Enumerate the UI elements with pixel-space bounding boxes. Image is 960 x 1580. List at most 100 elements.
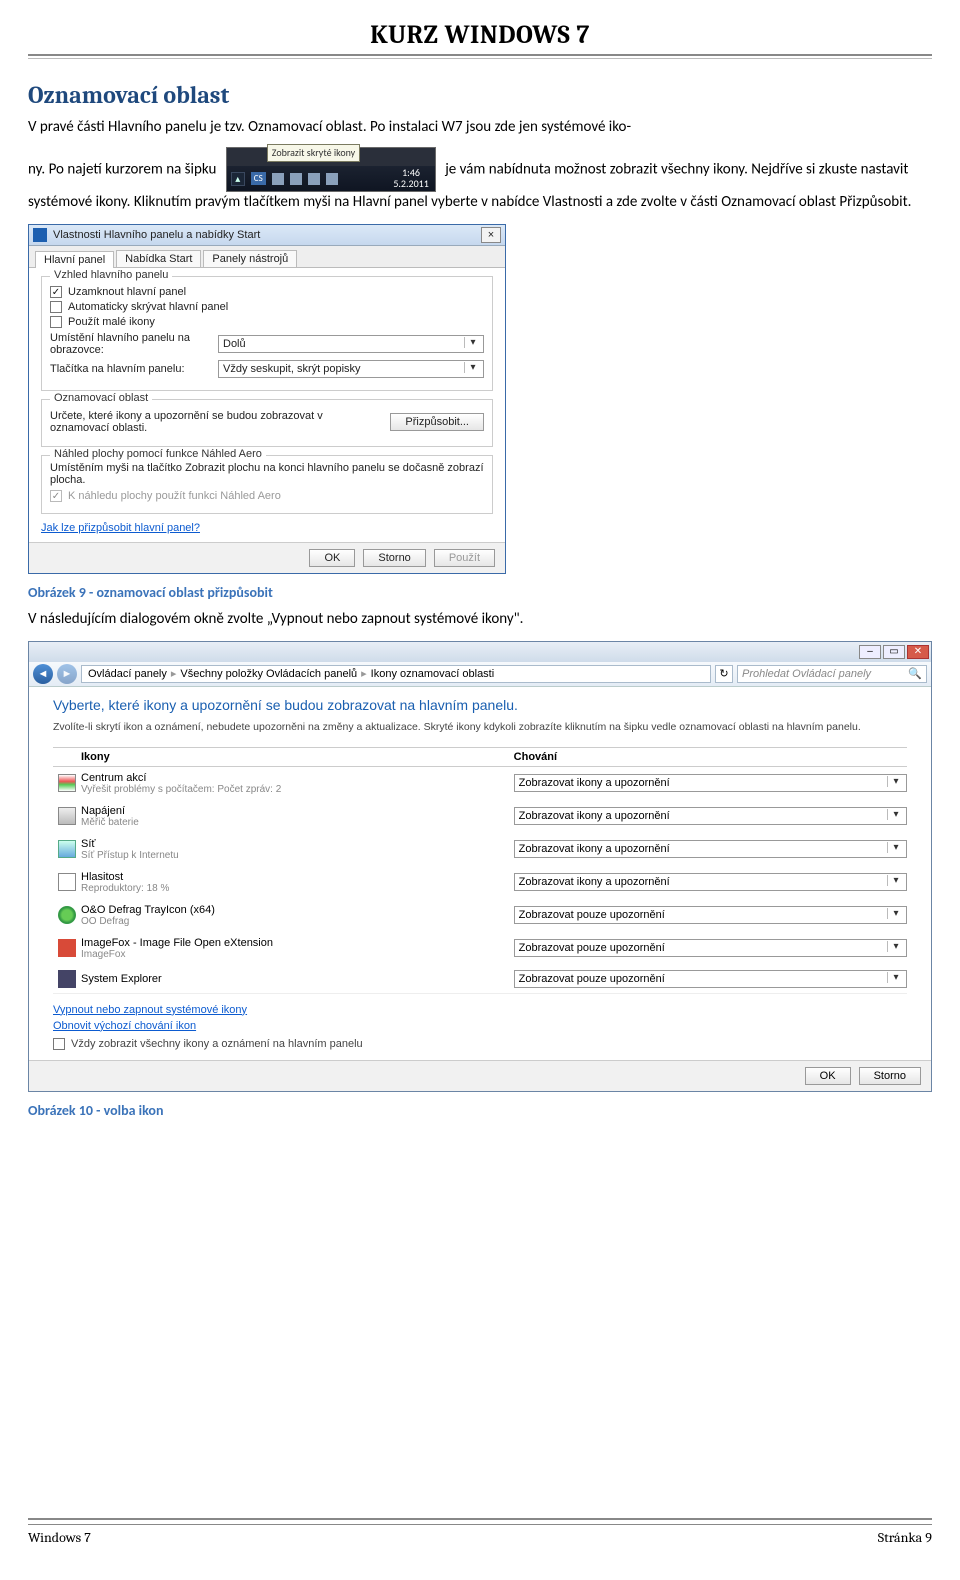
behavior-select[interactable]: Zobrazovat ikony a upozornění: [514, 807, 907, 825]
tray-icon[interactable]: [308, 173, 320, 185]
group-aero: Náhled plochy pomocí funkce Náhled Aero …: [41, 455, 493, 514]
notification-text: Určete, které ikony a upozornění se budo…: [50, 410, 382, 434]
cancel-button[interactable]: Storno: [363, 549, 425, 567]
combo-position[interactable]: Dolů: [218, 335, 484, 353]
network-icon: [58, 840, 76, 858]
defrag-icon: [58, 906, 76, 924]
link-reset-defaults[interactable]: Obnovit výchozí chování ikon: [53, 1020, 196, 1032]
column-behavior: Chování: [514, 751, 907, 763]
tray-icon[interactable]: [272, 173, 284, 185]
row-sub: Síť Přístup k Internetu: [81, 850, 514, 861]
tray-arrow-icon[interactable]: ▴: [231, 172, 245, 186]
breadcrumb-item[interactable]: Všechny položky Ovládacích panelů: [180, 668, 357, 680]
behavior-select[interactable]: Zobrazovat pouze upozornění: [514, 970, 907, 988]
imagefox-icon: [58, 939, 76, 957]
checkbox-autohide-label: Automaticky skrývat hlavní panel: [68, 301, 228, 313]
row-name: Napájení: [81, 805, 514, 817]
help-link[interactable]: Jak lze přizpůsobit hlavní panel?: [41, 522, 200, 534]
rule-top-thick: [28, 54, 932, 56]
table-row: ImageFox - Image File Open eXtensionImag…: [53, 932, 907, 965]
ok-button[interactable]: OK: [805, 1067, 851, 1085]
volume-icon: [58, 873, 76, 891]
behavior-select[interactable]: Zobrazovat pouze upozornění: [514, 906, 907, 924]
link-toggle-system-icons[interactable]: Vypnout nebo zapnout systémové ikony: [53, 1004, 247, 1016]
nav-forward-icon[interactable]: ►: [57, 664, 77, 684]
cancel-button[interactable]: Storno: [859, 1067, 921, 1085]
window-heading: Vyberte, které ikony a upozornění se bud…: [53, 697, 907, 713]
notification-icons-window: – ▭ ✕ ◄ ► Ovládací panely▸ Všechny polož…: [28, 641, 932, 1092]
minimize-button[interactable]: –: [859, 645, 881, 659]
behavior-select[interactable]: Zobrazovat ikony a upozornění: [514, 873, 907, 891]
row-sub: OO Defrag: [81, 916, 514, 927]
breadcrumb-item[interactable]: Ikony oznamovací oblasti: [371, 668, 495, 680]
table-row: NapájeníMěřič baterie Zobrazovat ikony a…: [53, 800, 907, 833]
label-buttons: Tlačítka na hlavním panelu:: [50, 363, 210, 375]
tray-icon[interactable]: [326, 173, 338, 185]
refresh-icon[interactable]: ↻: [715, 665, 733, 683]
row-name: O&O Defrag TrayIcon (x64): [81, 904, 514, 916]
breadcrumb-item[interactable]: Ovládací panely: [88, 668, 167, 680]
row-sub: Reproduktory: 18 %: [81, 883, 514, 894]
tray-date: 5.2.2011: [393, 177, 428, 190]
table-row: O&O Defrag TrayIcon (x64)OO Defrag Zobra…: [53, 899, 907, 932]
tray-clock[interactable]: 1:46 5.2.2011: [393, 168, 428, 189]
search-input[interactable]: Prohledat Ovládací panely 🔍: [737, 665, 927, 683]
behavior-select[interactable]: Zobrazovat ikony a upozornění: [514, 774, 907, 792]
nav-back-icon[interactable]: ◄: [33, 664, 53, 684]
table-row: SíťSíť Přístup k Internetu Zobrazovat ik…: [53, 833, 907, 866]
close-button[interactable]: ×: [481, 227, 501, 243]
tray-icon[interactable]: [290, 173, 302, 185]
group-notification-label: Oznamovací oblast: [50, 392, 152, 404]
group-aero-label: Náhled plochy pomocí funkce Náhled Aero: [50, 448, 266, 460]
systray-screenshot: Zobrazit skryté ikony ▴ CS 1:46 5.2.2011: [226, 147, 436, 193]
footer-rule: [28, 1518, 932, 1520]
row-name: Síť: [81, 838, 514, 850]
search-placeholder: Prohledat Ovládací panely: [742, 668, 871, 680]
action-center-icon: [58, 774, 76, 792]
group-notification: Oznamovací oblast Určete, které ikony a …: [41, 399, 493, 447]
maximize-button[interactable]: ▭: [883, 645, 905, 659]
doc-title: KURZ WINDOWS 7: [28, 20, 932, 50]
checkbox-autohide[interactable]: [50, 301, 62, 313]
apply-button[interactable]: Použít: [434, 549, 495, 567]
dialog-tabs: Hlavní panel Nabídka Start Panely nástro…: [29, 246, 505, 267]
dialog-icon: [33, 228, 47, 242]
row-sub: Vyřešit problémy s počítačem: Počet zprá…: [81, 784, 514, 795]
para-before-tray: ny. Po najetí kurzorem na šipku: [28, 160, 220, 178]
label-position: Umístění hlavního panelu na obrazovce:: [50, 332, 210, 356]
breadcrumb[interactable]: Ovládací panely▸ Všechny položky Ovládac…: [81, 665, 711, 683]
section-heading: Oznamovací oblast: [28, 81, 932, 109]
checkbox-small-icons[interactable]: [50, 316, 62, 328]
system-explorer-icon: [58, 970, 76, 988]
table-row: System Explorer Zobrazovat pouze upozorn…: [53, 965, 907, 994]
table-row: HlasitostReproduktory: 18 % Zobrazovat i…: [53, 866, 907, 899]
checkbox-always-show[interactable]: [53, 1038, 65, 1050]
footer-left: Windows 7: [28, 1529, 91, 1546]
close-button[interactable]: ✕: [907, 645, 929, 659]
checkbox-lock[interactable]: ✓: [50, 286, 62, 298]
row-name: Hlasitost: [81, 871, 514, 883]
behavior-select[interactable]: Zobrazovat pouze upozornění: [514, 939, 907, 957]
power-icon: [58, 807, 76, 825]
checkbox-small-icons-label: Použít malé ikony: [68, 316, 155, 328]
para-intro-line2: ny. Po najetí kurzorem na šipku Zobrazit…: [28, 147, 932, 214]
dialog-title: Vlastnosti Hlavního panelu a nabídky Sta…: [53, 229, 475, 241]
figure-caption-10: Obrázek 10 - volba ikon: [28, 1102, 932, 1119]
tab-taskbar[interactable]: Hlavní panel: [35, 251, 114, 268]
taskbar-properties-dialog: Vlastnosti Hlavního panelu a nabídky Sta…: [28, 224, 506, 574]
checkbox-aero[interactable]: ✓: [50, 490, 62, 502]
behavior-select[interactable]: Zobrazovat ikony a upozornění: [514, 840, 907, 858]
combo-buttons[interactable]: Vždy seskupit, skrýt popisky: [218, 360, 484, 378]
ok-button[interactable]: OK: [309, 549, 355, 567]
tab-start-menu[interactable]: Nabídka Start: [116, 250, 201, 267]
checkbox-always-show-label: Vždy zobrazit všechny ikony a oznámení n…: [71, 1038, 363, 1050]
footer-right: Stránka 9: [878, 1529, 932, 1546]
lang-indicator[interactable]: CS: [251, 172, 266, 185]
rule-top-thin: [28, 58, 932, 59]
checkbox-lock-label: Uzamknout hlavní panel: [68, 286, 186, 298]
customize-button[interactable]: Přizpůsobit...: [390, 413, 484, 431]
tab-toolbars[interactable]: Panely nástrojů: [203, 250, 297, 267]
checkbox-aero-label: K náhledu plochy použít funkci Náhled Ae…: [68, 490, 281, 502]
row-sub: ImageFox: [81, 949, 514, 960]
row-name: ImageFox - Image File Open eXtension: [81, 937, 514, 949]
